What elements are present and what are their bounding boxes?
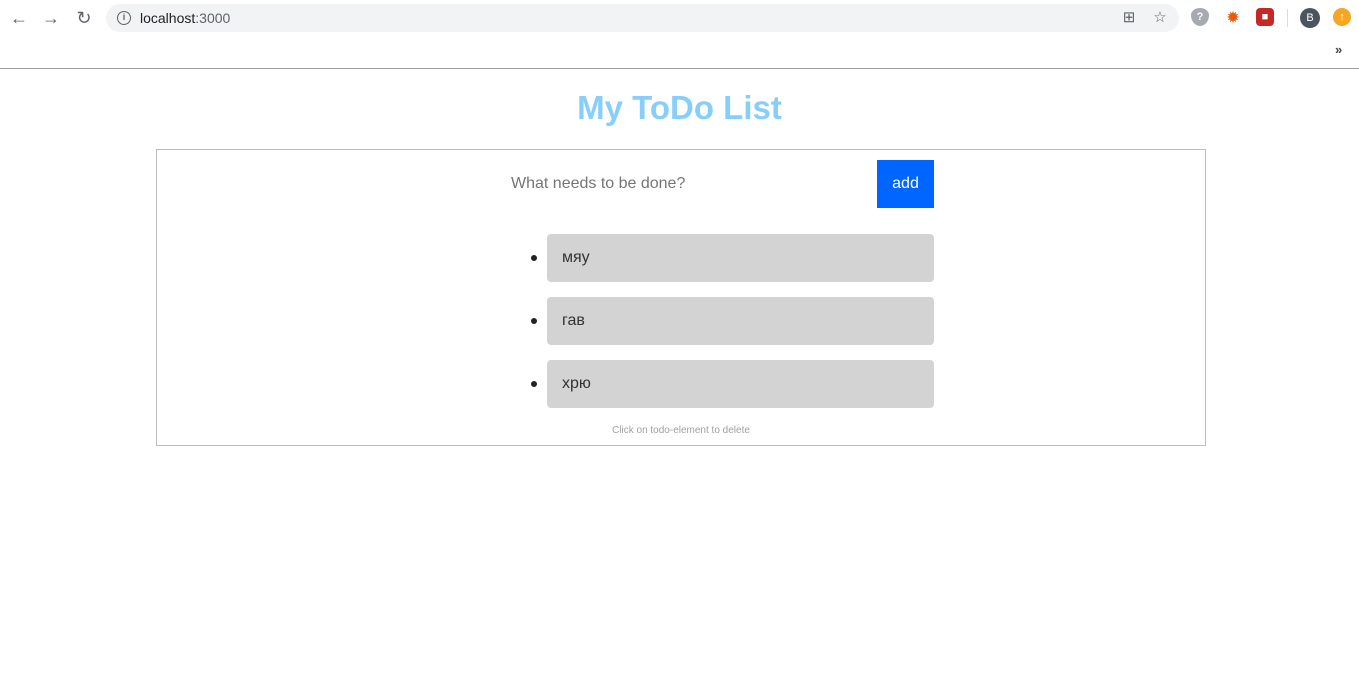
list-bullet	[531, 381, 537, 387]
site-info-icon[interactable]: i	[117, 11, 131, 25]
todo-item-text: гав	[562, 312, 585, 329]
todo-item-text: хрю	[562, 375, 591, 392]
todo-item[interactable]: мяу	[531, 234, 934, 282]
url-host: localhost	[140, 10, 196, 26]
shield-extension-icon[interactable]: ?	[1191, 8, 1209, 26]
forward-arrow-icon[interactable]: →	[40, 7, 62, 29]
browser-toolbar: ← → ↻ i localhost:3000 ⊞ ☆ ? ✹ ■ B ↑ »	[0, 0, 1359, 69]
page-title: My ToDo List	[577, 89, 782, 126]
fire-extension-icon[interactable]: ✹	[1224, 8, 1242, 26]
todo-input[interactable]	[511, 160, 877, 208]
profile-avatar[interactable]: B	[1300, 8, 1320, 28]
url-text: localhost:3000	[140, 10, 230, 26]
url-port: :3000	[195, 10, 231, 26]
todo-item-text: мяу	[562, 249, 590, 266]
back-arrow-icon[interactable]: ←	[8, 7, 30, 29]
reload-icon[interactable]: ↻	[73, 7, 95, 29]
red-extension-icon[interactable]: ■	[1256, 8, 1274, 26]
add-button[interactable]: add	[877, 160, 934, 208]
todo-item[interactable]: хрю	[531, 360, 934, 408]
address-bar[interactable]: i localhost:3000 ⊞ ☆	[106, 4, 1179, 32]
todo-item[interactable]: гав	[531, 297, 934, 345]
orange-extension-icon[interactable]: ↑	[1333, 8, 1351, 26]
toolbar-divider	[1287, 9, 1288, 27]
bookmark-star-icon[interactable]: ☆	[1151, 9, 1169, 27]
list-bullet	[531, 255, 537, 261]
todo-panel: add мяу гав хрю Click on todo-element to…	[156, 149, 1206, 446]
delete-hint: Click on todo-element to delete	[612, 425, 750, 436]
bookmarks-overflow-icon[interactable]: »	[1335, 42, 1342, 57]
translate-icon[interactable]: ⊞	[1120, 9, 1138, 27]
todo-list: мяу гав хрю	[531, 234, 934, 423]
list-bullet	[531, 318, 537, 324]
